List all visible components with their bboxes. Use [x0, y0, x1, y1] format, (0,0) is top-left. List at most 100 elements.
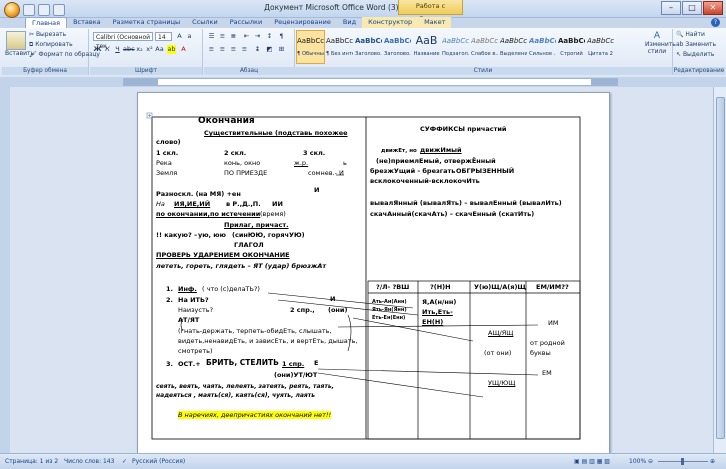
tab-review[interactable]: Рецензирование — [268, 17, 337, 28]
spr1-label: 1 спр. — [282, 360, 305, 368]
select-label: Выделить — [682, 51, 715, 58]
style-intense-emphasis[interactable]: AaBbCcDc Сильное ... — [528, 30, 557, 64]
style-subtle-emphasis[interactable]: AaBbCcDc Слабое в... — [470, 30, 499, 64]
style-title[interactable]: AaB Название — [412, 30, 441, 64]
tab-page-layout[interactable]: Разметка страницы — [107, 17, 187, 28]
sort-icon[interactable]: ↕ — [265, 32, 274, 41]
kakuyu-c: (синЮЮ, горячУЮ) — [232, 231, 305, 239]
tab-insert[interactable]: Вставка — [67, 17, 107, 28]
zoom-in-icon[interactable]: ⊕ — [710, 458, 715, 465]
style-heading-2[interactable]: AaBbCc Заголово... — [383, 30, 412, 64]
maximize-button[interactable]: □ — [682, 1, 702, 15]
paste-icon[interactable] — [6, 31, 26, 50]
numbering-icon[interactable]: ≡ — [218, 32, 227, 41]
style-sample: AaBbCcDc — [297, 37, 324, 45]
editing-group: 🔍 Найти ab Заменить ↖ Выделить Редактиро… — [673, 29, 725, 75]
horizontal-ruler[interactable] — [0, 77, 726, 87]
status-bar: Страница: 1 из 2 Число слов: 143 ✓ Русск… — [0, 453, 726, 469]
ruler-bar[interactable] — [123, 78, 618, 86]
italic-icon[interactable]: К — [103, 45, 112, 54]
minimize-button[interactable]: – — [661, 1, 681, 15]
style-no-spacing[interactable]: AaBbCcDc ¶ Без инте... — [325, 30, 354, 64]
document-area[interactable]: Окончания Существительные (подставь похо… — [0, 87, 714, 453]
zoom-out-icon[interactable]: ⊖ — [648, 458, 653, 465]
multilevel-list-icon[interactable]: ≣ — [229, 32, 238, 41]
decl-row2-b: ПО ПРИЕЗДЕ — [224, 169, 268, 177]
oni-label: (они) — [328, 306, 348, 314]
shrink-font-icon[interactable]: a — [185, 32, 194, 41]
vertical-scrollbar[interactable] — [713, 87, 726, 453]
status-words[interactable]: Число слов: 143 — [64, 458, 114, 465]
line-spacing-icon[interactable]: ↨ — [253, 45, 262, 54]
grow-font-icon[interactable]: A — [175, 32, 184, 41]
ut-label: (они)УТ/ЮТ — [274, 371, 318, 379]
cell-1b: Ять-Ян(Янн) — [372, 307, 407, 313]
tab-design[interactable]: Конструктор — [362, 17, 419, 28]
select-button[interactable]: ↖ Выделить — [676, 51, 714, 58]
decl-row1-a: Река — [156, 159, 172, 167]
style-strong[interactable]: AaBbCcDc Строгий — [557, 30, 586, 64]
window-controls: – □ ✕ — [661, 1, 723, 15]
style-quote-2[interactable]: AaBbCcDc Цитата 2 — [586, 30, 615, 64]
tab-home[interactable]: Главная — [25, 17, 68, 28]
paragraph-group-label: Абзац — [204, 67, 294, 75]
help-icon[interactable]: ? — [711, 18, 720, 27]
font-color-icon[interactable]: A — [179, 45, 188, 54]
scrollbar-thumb[interactable] — [716, 97, 725, 439]
bold-icon[interactable]: Ж — [93, 45, 102, 54]
subscript-icon[interactable]: x₂ — [135, 45, 144, 54]
replace-button[interactable]: ab Заменить — [676, 41, 716, 48]
na-label: На — [156, 200, 165, 208]
zoom-slider-thumb[interactable] — [681, 458, 684, 465]
brush-icon: 🖌 — [29, 51, 39, 58]
highlight-icon[interactable]: ab — [167, 45, 176, 54]
style-sample: AaBbCcDc — [326, 37, 353, 45]
item-1-inf: Инф. — [178, 285, 197, 293]
vertical-ruler[interactable] — [0, 87, 10, 453]
bullets-icon[interactable]: ☰ — [207, 32, 216, 41]
find-button[interactable]: 🔍 Найти — [676, 31, 705, 38]
close-button[interactable]: ✕ — [703, 1, 723, 15]
justify-icon[interactable]: ≡ — [240, 45, 249, 54]
clipboard-group: Вставить ✂ Вырезать ⧉ Копировать 🖌 Форма… — [2, 29, 100, 75]
style-sample: AaBbCcDc — [587, 37, 614, 45]
tab-layout[interactable]: Макет — [418, 17, 452, 28]
strikethrough-icon[interactable]: abc — [123, 45, 135, 54]
tab-references[interactable]: Ссылки — [186, 17, 224, 28]
superscript-icon[interactable]: x² — [145, 45, 154, 54]
font-size-select[interactable]: 14 — [155, 32, 172, 41]
style-subtitle[interactable]: AaBbCc. Подзагол... — [441, 30, 470, 64]
nouns-heading-cont: слово) — [156, 138, 181, 146]
cut-button[interactable]: ✂ Вырезать — [29, 31, 66, 38]
shading-icon[interactable]: ◩ — [265, 45, 274, 54]
change-styles-button[interactable]: A Изменить стили — [645, 31, 676, 55]
change-case-icon[interactable]: Aa — [155, 45, 164, 54]
suffix-l2: (не)приемлЕмый, отвержЁнный — [376, 157, 496, 165]
style-name: ¶ Без инте... — [326, 51, 353, 57]
font-name-select[interactable]: Calibri (Основной тек — [93, 32, 153, 50]
copy-button[interactable]: ⧉ Копировать — [29, 41, 73, 49]
style-emphasis[interactable]: AaBbCcDc Выделение — [499, 30, 528, 64]
style-normal[interactable]: AaBbCcDc ¶ Обычный — [296, 30, 325, 64]
underline-icon[interactable]: Ч — [113, 45, 122, 54]
align-left-icon[interactable]: ≡ — [207, 45, 216, 54]
status-zoom[interactable]: 100% — [629, 458, 646, 465]
status-language[interactable]: Русский (Россия) — [132, 458, 185, 465]
borders-icon[interactable]: ⊞ — [277, 45, 286, 54]
style-heading-1[interactable]: AaBbCc Заголово... — [354, 30, 383, 64]
tab-mailings[interactable]: Рассылки — [224, 17, 269, 28]
show-marks-icon[interactable]: ¶ — [277, 32, 286, 41]
nouns-heading: Существительные (подставь похожее — [204, 129, 348, 137]
item-2-ity: На ИТЬ? — [178, 296, 209, 304]
document-page[interactable]: Окончания Существительные (подставь похо… — [137, 92, 610, 453]
tab-view[interactable]: Вид — [337, 17, 362, 28]
status-page[interactable]: Страница: 1 из 2 — [5, 458, 58, 465]
ruler-left-margin — [124, 79, 158, 85]
style-name: Сильное ... — [529, 51, 556, 57]
align-right-icon[interactable]: ≡ — [229, 45, 238, 54]
replace-icon: ab — [676, 41, 686, 48]
find-label: Найти — [685, 31, 705, 38]
decrease-indent-icon[interactable]: ⇤ — [242, 32, 251, 41]
align-center-icon[interactable]: ≡ — [218, 45, 227, 54]
increase-indent-icon[interactable]: ⇥ — [253, 32, 262, 41]
